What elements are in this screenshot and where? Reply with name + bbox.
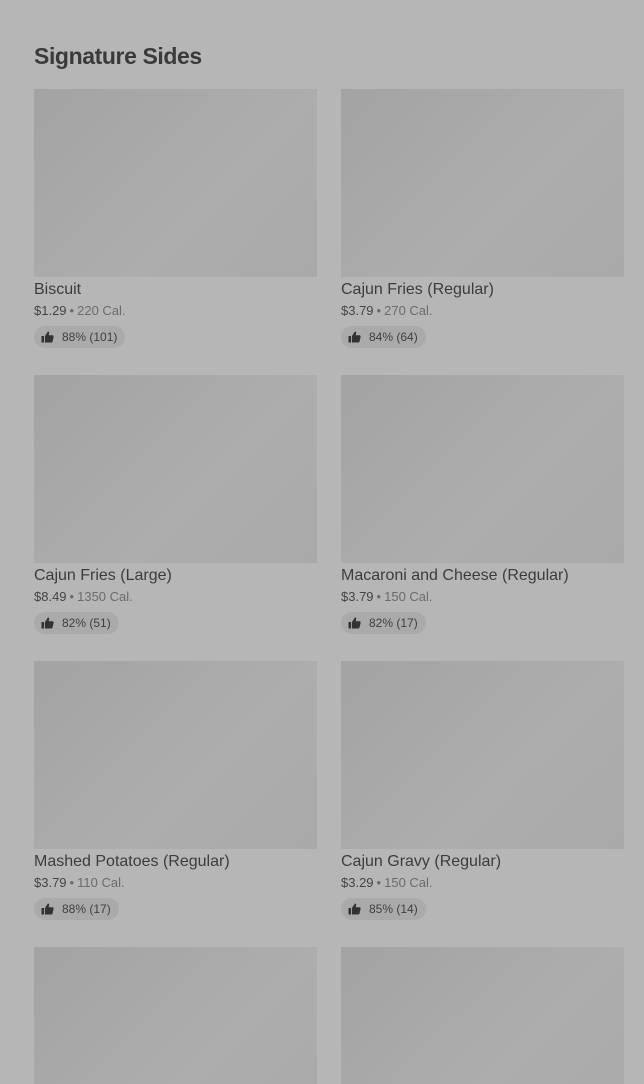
meta-separator: • [376,303,382,318]
rating-text: 82% (51) [62,616,111,630]
item-name: Cajun Gravy (Regular) [341,853,502,870]
rating-text: 82% (17) [369,616,418,630]
item-price: $1.29 [34,303,67,318]
item-meta: $3.79 • 270 Cal. [341,302,624,320]
item-meta: $1.29 • 220 Cal. [34,302,317,320]
item-name: Mashed Potatoes (Regular) [34,853,230,870]
item-info: Cajun Gravy (Regular) $3.29 • 150 Cal. 85%… [341,851,624,920]
menu-item-card[interactable]: Macaroni and Cheese (Regular) $3.79 • 150 … [341,375,624,634]
item-name: Biscuit [34,281,82,298]
rating-badge: 84% (64) [341,326,426,348]
item-grid: Biscuit $1.29 • 220 Cal. 88% (101) Cajun F… [34,89,624,1084]
thumbs-up-icon [348,903,361,915]
menu-item-card[interactable]: Biscuit $1.29 • 220 Cal. 88% (101) [34,89,317,348]
item-image[interactable] [34,89,317,277]
meta-separator: • [69,589,75,604]
item-price: $3.79 [34,875,67,890]
item-info: Cajun Fries (Regular) $3.79 • 270 Cal. 84%… [341,279,624,348]
item-calories: 150 Cal. [384,589,433,604]
menu-item-card[interactable] [34,947,317,1084]
item-calories: 270 Cal. [384,303,433,318]
item-image[interactable] [341,947,624,1084]
menu-item-card[interactable]: Cajun Fries (Large) $8.49 • 1350 Cal. 82% … [34,375,317,634]
item-info: Cajun Fries (Large) $8.49 • 1350 Cal. 82% … [34,565,317,634]
rating-text: 85% (14) [369,902,418,916]
item-image[interactable] [34,947,317,1084]
item-image[interactable] [34,661,317,849]
item-info: Biscuit $1.29 • 220 Cal. 88% (101) [34,279,317,348]
rating-badge: 85% (14) [341,898,426,920]
item-price: $3.79 [341,589,374,604]
item-price: $8.49 [34,589,67,604]
thumbs-up-icon [348,617,361,629]
meta-separator: • [376,589,382,604]
item-name: Cajun Fries (Large) [34,567,172,584]
rating-badge: 82% (17) [341,612,426,634]
thumbs-up-icon [41,903,54,915]
menu-item-card[interactable]: Mashed Potatoes (Regular) $3.79 • 110 Cal.… [34,661,317,920]
thumbs-up-icon [348,331,361,343]
item-image[interactable] [341,375,624,563]
item-info: Mashed Potatoes (Regular) $3.79 • 110 Cal.… [34,851,317,920]
menu-item-card[interactable] [341,947,624,1084]
item-info: Macaroni and Cheese (Regular) $3.79 • 150 … [341,565,624,634]
meta-separator: • [69,875,75,890]
rating-text: 84% (64) [369,330,418,344]
item-name: Macaroni and Cheese (Regular) [341,567,569,584]
rating-text: 88% (17) [62,902,111,916]
section-title: Signature Sides [34,43,202,69]
meta-separator: • [376,875,382,890]
item-calories: 220 Cal. [77,303,126,318]
rating-text: 88% (101) [62,330,118,344]
item-image[interactable] [34,375,317,563]
rating-badge: 82% (51) [34,612,119,634]
item-meta: $3.29 • 150 Cal. [341,874,624,892]
item-image[interactable] [341,89,624,277]
item-meta: $3.79 • 150 Cal. [341,588,624,606]
menu-page: Signature Sides Biscuit $1.29 • 220 Cal. 8… [0,0,644,1084]
item-price: $3.79 [341,303,374,318]
item-calories: 1350 Cal. [77,589,133,604]
menu-item-card[interactable]: Cajun Gravy (Regular) $3.29 • 150 Cal. 85%… [341,661,624,920]
item-meta: $3.79 • 110 Cal. [34,874,317,892]
item-calories: 110 Cal. [77,875,125,890]
item-name: Cajun Fries (Regular) [341,281,494,298]
item-calories: 150 Cal. [384,875,433,890]
item-meta: $8.49 • 1350 Cal. [34,588,317,606]
menu-item-card[interactable]: Cajun Fries (Regular) $3.79 • 270 Cal. 84%… [341,89,624,348]
rating-badge: 88% (17) [34,898,119,920]
meta-separator: • [69,303,75,318]
item-price: $3.29 [341,875,374,890]
rating-badge: 88% (101) [34,326,126,348]
thumbs-up-icon [41,617,54,629]
thumbs-up-icon [41,331,54,343]
item-image[interactable] [341,661,624,849]
